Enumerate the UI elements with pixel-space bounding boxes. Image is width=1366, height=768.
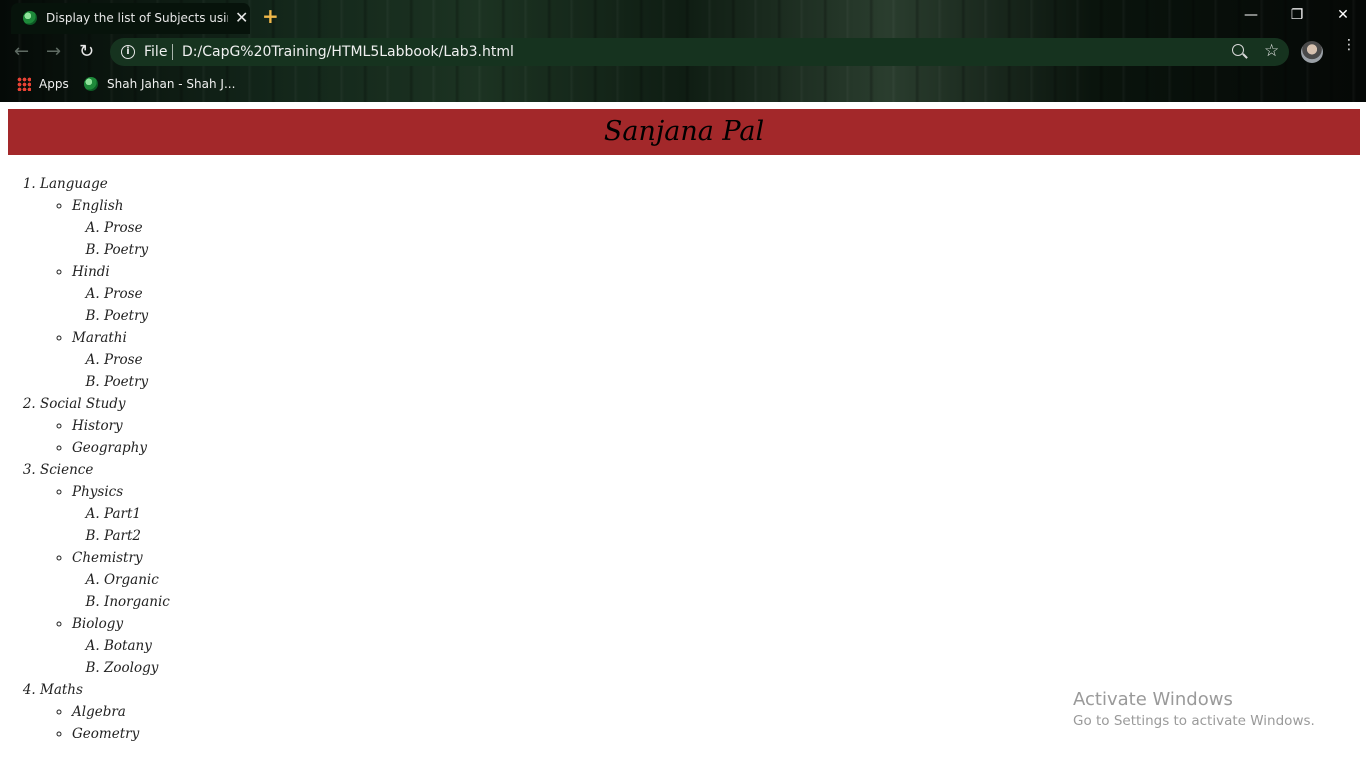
omnibox-divider [172, 44, 173, 60]
subject-label: Language [40, 176, 108, 192]
subject-label: Maths [40, 682, 83, 698]
part-list: ProsePoetry [72, 217, 170, 261]
kebab-menu-icon[interactable]: ⋮ [1342, 38, 1356, 52]
new-tab-button[interactable]: + [262, 4, 279, 28]
topic-item: Algebra [72, 701, 170, 723]
part-item: Prose [104, 349, 170, 371]
page-title: Sanjana Pal [8, 109, 1360, 155]
topic-label: Chemistry [72, 550, 143, 566]
part-list: ProsePoetry [72, 283, 170, 327]
bookmark-star-icon[interactable]: ☆ [1264, 41, 1279, 61]
topic-label: English [72, 198, 124, 214]
part-item: Organic [104, 569, 170, 591]
browser-tab[interactable]: Display the list of Subjects using ✕ [11, 3, 250, 34]
part-item: Poetry [104, 239, 170, 261]
topic-list: Algebra Geometry [40, 701, 170, 745]
part-item: Zoology [104, 657, 170, 679]
watermark-title: Activate Windows [1073, 689, 1233, 710]
info-icon[interactable]: i [121, 45, 135, 59]
part-item: Prose [104, 283, 170, 305]
part-item: Poetry [104, 371, 170, 393]
topic-label: Algebra [72, 704, 126, 720]
part-list: OrganicInorganic [72, 569, 170, 613]
part-item: Botany [104, 635, 170, 657]
topic-label: Hindi [72, 264, 110, 280]
topic-list: EnglishProsePoetryHindiProsePoetryMarath… [40, 195, 170, 393]
subject-item: Maths Algebra Geometry [40, 679, 170, 745]
globe-icon[interactable] [84, 77, 98, 91]
topic-list: Physics Part1Part2 Chemistry OrganicInorgan… [40, 481, 170, 679]
watermark-subtitle: Go to Settings to activate Windows. [1073, 713, 1315, 729]
topic-label: Geometry [72, 726, 140, 742]
subject-label: Social Study [40, 396, 126, 412]
subject-item: LanguageEnglishProsePoetryHindiProsePoet… [40, 173, 170, 393]
close-window-button[interactable]: ✕ [1320, 0, 1366, 30]
url-text[interactable]: D:/CapG%20Training/HTML5Labbook/Lab3.htm… [182, 44, 514, 60]
topic-label: Marathi [72, 330, 127, 346]
scheme-label: File [144, 44, 168, 60]
browser-chrome: Display the list of Subjects using ✕ + —… [0, 0, 1366, 102]
topic-label: Physics [72, 484, 124, 500]
part-item: Part2 [104, 525, 170, 547]
zoom-icon[interactable] [1232, 44, 1244, 56]
topic-item: Geography [72, 437, 170, 459]
forward-icon[interactable]: → [46, 42, 61, 62]
bookmark-shah-jahan[interactable]: Shah Jahan - Shah J... [107, 77, 235, 91]
topic-label: Geography [72, 440, 148, 456]
restore-button[interactable]: ❐ [1274, 0, 1320, 30]
part-list: Part1Part2 [72, 503, 170, 547]
topic-item: Physics Part1Part2 [72, 481, 170, 547]
part-item: Prose [104, 217, 170, 239]
topic-item: Marathi ProsePoetry [72, 327, 170, 393]
bookmark-apps[interactable]: Apps [39, 77, 69, 91]
part-list: BotanyZoology [72, 635, 170, 679]
topic-item: Hindi ProsePoetry [72, 261, 170, 327]
subject-label: Science [40, 462, 94, 478]
topic-label: History [72, 418, 123, 434]
apps-grid-icon[interactable] [17, 77, 31, 91]
activate-windows-watermark: Activate Windows Go to Settings to activ… [1073, 689, 1315, 731]
part-item: Inorganic [104, 591, 170, 613]
close-tab-icon[interactable]: ✕ [235, 8, 248, 28]
profile-avatar[interactable] [1301, 41, 1323, 63]
page-content: Sanjana Pal LanguageEnglishProsePoetryHi… [0, 102, 1366, 768]
reload-icon[interactable]: ↻ [79, 42, 94, 62]
subject-item: Science Physics Part1Part2 Chemistry Organic… [40, 459, 170, 679]
topic-item: Geometry [72, 723, 170, 745]
topic-list: History Geography [40, 415, 170, 459]
back-icon[interactable]: ← [14, 42, 29, 62]
topic-item: English ProsePoetry [72, 195, 170, 261]
topic-item: History [72, 415, 170, 437]
topic-item: Chemistry OrganicInorganic [72, 547, 170, 613]
topic-label: Biology [72, 616, 124, 632]
minimize-button[interactable]: — [1228, 0, 1274, 30]
subject-item: Social Study History Geography [40, 393, 170, 459]
part-list: ProsePoetry [72, 349, 170, 393]
tab-title: Display the list of Subjects using [46, 11, 228, 25]
globe-icon [23, 11, 37, 25]
part-item: Poetry [104, 305, 170, 327]
part-item: Part1 [104, 503, 170, 525]
subject-list: LanguageEnglishProsePoetryHindiProsePoet… [0, 173, 170, 745]
topic-item: Biology BotanyZoology [72, 613, 170, 679]
